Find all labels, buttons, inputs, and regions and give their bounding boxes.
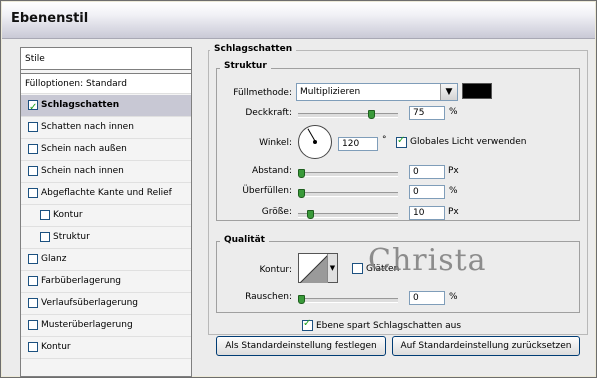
style-item-bevel-contour[interactable]: Kontur [21,205,191,227]
style-checkbox[interactable] [28,320,38,330]
anti-alias-checkbox[interactable] [352,263,363,274]
style-item-label: Verlaufsüberlagerung [41,298,139,308]
style-checkbox[interactable] [40,210,50,220]
global-light-label: Globales Licht verwenden [410,137,527,147]
style-item-bevel-emboss[interactable]: Abgeflachte Kante und Relief [21,183,191,205]
spread-label: Überfüllen: [242,186,292,196]
distance-slider[interactable] [298,169,398,178]
style-item-label: Kontur [41,342,71,352]
spread-input[interactable]: 0 [409,185,445,199]
chevron-down-icon[interactable]: ▼ [440,84,457,100]
opacity-unit: % [449,107,458,117]
style-item-label: Schein nach außen [41,144,127,154]
style-item-inner-glow[interactable]: Schein nach innen [21,161,191,183]
opacity-input[interactable]: 75 [409,106,445,120]
style-checkbox[interactable] [28,188,38,198]
distance-unit: Px [448,166,459,176]
layer-knockout-label: Ebene spart Schlagschatten aus [316,321,462,331]
style-checkbox[interactable] [28,276,38,286]
size-slider[interactable] [298,210,398,219]
style-item-label: Schlagschatten [41,100,120,110]
spread-slider-thumb[interactable] [298,189,305,198]
shadow-color-swatch[interactable] [462,83,492,99]
style-item-label: Schein nach innen [41,166,124,176]
title-bar: Ebenenstil [2,2,595,39]
angle-label: Winkel: [259,138,292,148]
style-item-drop-shadow[interactable]: Schlagschatten [21,95,191,118]
size-slider-thumb[interactable] [307,210,314,219]
styles-header[interactable]: Stile [21,48,191,70]
distance-slider-thumb[interactable] [298,169,305,178]
style-checkbox[interactable] [40,232,50,242]
style-checkbox[interactable] [28,342,38,352]
blend-mode-value: Multiplizieren [300,87,361,97]
noise-unit: % [449,292,458,302]
size-unit: Px [448,207,459,217]
style-item-gradient-overlay[interactable]: Verlaufsüberlagerung [21,293,191,315]
layer-knockout-checkbox[interactable] [302,318,313,331]
spread-slider[interactable] [298,189,398,198]
style-item-label: Struktur [53,232,90,242]
blend-mode-select[interactable]: Multiplizieren ▼ [296,83,458,101]
style-item-inner-shadow[interactable]: Schatten nach innen [21,117,191,139]
structure-title: Struktur [220,61,271,71]
layer-style-dialog: Ebenenstil Stile Fülloptionen: Standard … [0,0,597,378]
style-item-satin[interactable]: Glanz [21,249,191,271]
noise-slider[interactable] [298,295,398,304]
style-item-label: Kontur [53,210,83,220]
size-label: Größe: [261,207,292,217]
angle-dial[interactable] [298,125,332,159]
quality-title: Qualität [220,235,269,245]
style-item-color-overlay[interactable]: Farbüberlagerung [21,271,191,293]
style-item-pattern-overlay[interactable]: Musterüberlagerung [21,315,191,337]
style-item-texture[interactable]: Struktur [21,227,191,249]
style-item-label: Abgeflachte Kante und Relief [41,188,172,198]
style-item-label: Schatten nach innen [41,122,134,132]
noise-input[interactable]: 0 [409,291,445,305]
style-checkbox[interactable] [28,97,38,118]
angle-input[interactable]: 120 [338,137,378,151]
style-checkbox[interactable] [28,166,38,176]
make-default-button[interactable]: Als Standardeinstellung festlegen [216,336,386,356]
distance-input[interactable]: 0 [409,165,445,179]
contour-picker[interactable]: ▼ [298,253,338,283]
style-checkbox[interactable] [28,122,38,132]
global-light-checkbox[interactable] [396,135,407,148]
style-item-label: Musterüberlagerung [41,320,133,330]
style-checkbox[interactable] [28,144,38,154]
linear-contour-icon [300,255,328,283]
opacity-label: Deckkraft: [245,108,292,118]
angle-dial-center [313,140,317,144]
spread-unit: % [449,186,458,196]
noise-slider-thumb[interactable] [298,295,305,304]
contour-label: Kontur: [259,265,292,275]
watermark: Christa [368,243,487,278]
style-checkbox[interactable] [28,298,38,308]
blend-options-item[interactable]: Fülloptionen: Standard [21,73,191,94]
noise-label: Rauschen: [245,292,292,302]
chevron-down-icon[interactable]: ▼ [327,254,337,282]
dialog-body: Stile Fülloptionen: Standard Schlagschat… [2,39,595,377]
drop-shadow-title: Schlagschatten [210,44,297,54]
style-item-label: Farbüberlagerung [41,276,122,286]
opacity-slider[interactable] [298,110,398,119]
size-input[interactable]: 10 [409,206,445,220]
window-title: Ebenenstil [11,11,89,26]
blend-mode-label: Füllmethode: [233,88,292,98]
style-item-label: Glanz [41,254,67,264]
distance-label: Abstand: [251,166,292,176]
style-item-outer-glow[interactable]: Schein nach außen [21,139,191,161]
styles-list: Stile Fülloptionen: Standard Schlagschat… [20,47,192,377]
reset-default-button[interactable]: Auf Standardeinstellung zurücksetzen [392,336,580,356]
angle-unit: ° [382,135,387,145]
style-item-stroke[interactable]: Kontur [21,337,191,359]
opacity-slider-thumb[interactable] [368,110,375,119]
style-checkbox[interactable] [28,254,38,264]
